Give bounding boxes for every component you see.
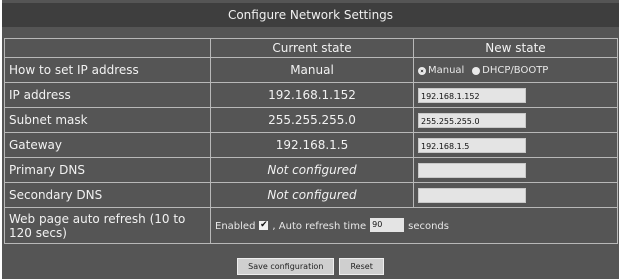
ip-address-label: IP address (4, 82, 211, 108)
row-auto-refresh: Web page auto refresh (10 to 120 secs) E… (4, 207, 618, 244)
dhcp-bootp-radio[interactable] (472, 66, 481, 75)
secondary-dns-input[interactable] (418, 187, 526, 203)
header-current-state: Current state (210, 38, 414, 58)
settings-panel: Configure Network Settings Current state… (2, 0, 619, 279)
seconds-label: seconds (408, 220, 449, 232)
header-empty (4, 38, 211, 58)
enabled-label: Enabled (215, 220, 256, 232)
primary-dns-current-cell: Not configured (210, 157, 414, 183)
row-subnet-mask: Subnet mask 255.255.255.0 255.255.255.0 (4, 107, 618, 133)
gateway-input[interactable]: 192.168.1.5 (418, 137, 526, 153)
row-secondary-dns: Secondary DNS Not configured (4, 182, 618, 208)
subnet-mask-current: 255.255.255.0 (210, 107, 414, 133)
manual-radio[interactable] (418, 66, 426, 75)
dhcp-bootp-radio-label[interactable]: DHCP/BOOTP (482, 65, 548, 76)
how-to-set-ip-label: How to set IP address (4, 57, 211, 83)
auto-refresh-label: Web page auto refresh (10 to 120 secs) (4, 207, 211, 244)
subnet-mask-cell: 255.255.255.0 (413, 107, 618, 133)
row-primary-dns: Primary DNS Not configured (4, 157, 618, 183)
gateway-cell: 192.168.1.5 (413, 132, 618, 158)
page-title: Configure Network Settings (2, 3, 619, 27)
row-ip-address: IP address 192.168.1.152 192.168.1.152 (4, 82, 618, 108)
ip-address-current: 192.168.1.152 (210, 82, 414, 108)
header-row: Current state New state (4, 38, 618, 58)
primary-dns-input[interactable] (418, 162, 526, 178)
how-to-set-ip-options: Manual DHCP/BOOTP (413, 57, 618, 83)
row-how-to-set-ip: How to set IP address Manual Manual DHCP… (4, 57, 618, 83)
row-gateway: Gateway 192.168.1.5 192.168.1.5 (4, 132, 618, 158)
auto-refresh-time-label: , Auto refresh time (272, 220, 367, 232)
how-to-set-ip-current: Manual (210, 57, 414, 83)
subnet-mask-input[interactable]: 255.255.255.0 (418, 112, 526, 128)
gateway-label: Gateway (4, 132, 211, 158)
button-bar: Save configuration Reset (2, 258, 619, 277)
auto-refresh-time-input[interactable]: 90 (370, 218, 405, 232)
secondary-dns-current: Not configured (267, 188, 357, 202)
settings-table: Current state New state How to set IP ad… (4, 38, 618, 244)
auto-refresh-controls: Enabled ✔, Auto refresh time 90 seconds (210, 207, 618, 244)
enabled-checkbox[interactable]: ✔ (259, 220, 269, 230)
ip-address-input[interactable]: 192.168.1.152 (418, 87, 526, 103)
primary-dns-current: Not configured (267, 163, 357, 177)
subnet-mask-label: Subnet mask (4, 107, 211, 133)
gateway-current: 192.168.1.5 (210, 132, 414, 158)
secondary-dns-current-cell: Not configured (210, 182, 414, 208)
save-configuration-button[interactable]: Save configuration (237, 258, 335, 275)
secondary-dns-label: Secondary DNS (4, 182, 211, 208)
primary-dns-label: Primary DNS (4, 157, 211, 183)
ip-address-cell: 192.168.1.152 (413, 82, 618, 108)
header-new-state: New state (413, 38, 618, 58)
manual-radio-label[interactable]: Manual (428, 65, 464, 76)
reset-button[interactable]: Reset (339, 258, 384, 275)
primary-dns-cell (413, 157, 618, 183)
secondary-dns-cell (413, 182, 618, 208)
